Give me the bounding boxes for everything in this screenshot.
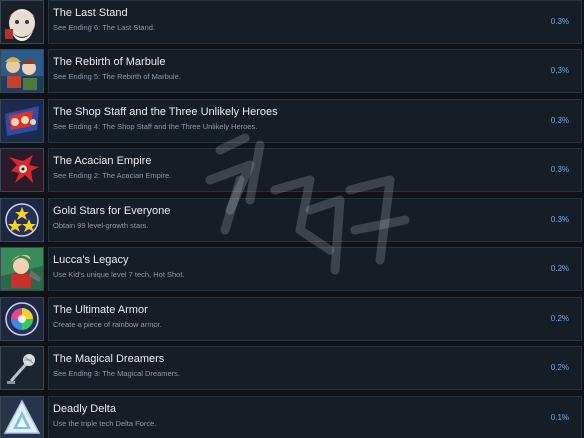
achievement-card: Lucca's Legacy Use Kid's unique level 7 … bbox=[48, 247, 582, 291]
achievement-card: The Rebirth of Marbule See Ending 5: The… bbox=[48, 49, 582, 93]
achievement-percent: 0.3% bbox=[550, 116, 569, 125]
achievement-percent: 0.2% bbox=[550, 314, 569, 323]
achievement-description: See Ending 5: The Rebirth of Marbule. bbox=[53, 72, 181, 81]
achievement-percent: 0.1% bbox=[550, 413, 569, 422]
achievement-row[interactable]: The Acacian Empire See Ending 2: The Aca… bbox=[0, 148, 584, 192]
achievement-row[interactable]: Lucca's Legacy Use Kid's unique level 7 … bbox=[0, 247, 584, 291]
achievement-description: Create a piece of rainbow armor. bbox=[53, 320, 162, 329]
achievement-percent: 0.3% bbox=[550, 165, 569, 174]
shop-staff-icon bbox=[0, 99, 44, 143]
hero-group-portrait-icon bbox=[0, 49, 44, 93]
achievement-title: Lucca's Legacy bbox=[53, 254, 129, 266]
achievement-row[interactable]: The Shop Staff and the Three Unlikely He… bbox=[0, 99, 584, 143]
achievement-card: The Shop Staff and the Three Unlikely He… bbox=[48, 99, 582, 143]
achievement-percent: 0.3% bbox=[550, 215, 569, 224]
achievement-description: See Ending 2: The Acacian Empire. bbox=[53, 171, 172, 180]
achievement-title: Deadly Delta bbox=[53, 403, 116, 415]
achievement-card: Deadly Delta Use the triple tech Delta F… bbox=[48, 396, 582, 438]
achievement-title: The Magical Dreamers bbox=[53, 353, 165, 365]
achievement-percent: 0.3% bbox=[550, 17, 569, 26]
achievement-description: Obtain 99 level-growth stars. bbox=[53, 221, 149, 230]
achievement-card: The Ultimate Armor Create a piece of rai… bbox=[48, 297, 582, 341]
microphone-icon bbox=[0, 346, 44, 390]
achievement-description: See Ending 3: The Magical Dreamers. bbox=[53, 369, 181, 378]
achievement-title: The Acacian Empire bbox=[53, 155, 152, 167]
achievement-card: The Acacian Empire See Ending 2: The Aca… bbox=[48, 148, 582, 192]
gold-stars-icon bbox=[0, 198, 44, 242]
achievement-description: Use the triple tech Delta Force. bbox=[53, 419, 157, 428]
kid-portrait-icon bbox=[0, 247, 44, 291]
achievement-list: The Last Stand See Ending 6: The Last St… bbox=[0, 0, 584, 438]
achievement-row[interactable]: The Last Stand See Ending 6: The Last St… bbox=[0, 0, 584, 44]
old-man-portrait-icon bbox=[0, 0, 44, 44]
red-creature-icon bbox=[0, 148, 44, 192]
achievement-description: Use Kid's unique level 7 tech, Hot Shot. bbox=[53, 270, 185, 279]
achievement-percent: 0.2% bbox=[550, 363, 569, 372]
achievement-card: Gold Stars for Everyone Obtain 99 level-… bbox=[48, 198, 582, 242]
achievement-title: The Shop Staff and the Three Unlikely He… bbox=[53, 106, 278, 118]
achievement-card: The Magical Dreamers See Ending 3: The M… bbox=[48, 346, 582, 390]
achievement-title: The Rebirth of Marbule bbox=[53, 56, 166, 68]
achievement-row[interactable]: The Magical Dreamers See Ending 3: The M… bbox=[0, 346, 584, 390]
achievement-percent: 0.3% bbox=[550, 66, 569, 75]
achievement-row[interactable]: The Rebirth of Marbule See Ending 5: The… bbox=[0, 49, 584, 93]
achievement-row[interactable]: Deadly Delta Use the triple tech Delta F… bbox=[0, 396, 584, 438]
delta-triangle-icon bbox=[0, 396, 44, 438]
achievement-card: The Last Stand See Ending 6: The Last St… bbox=[48, 0, 582, 44]
achievement-title: The Ultimate Armor bbox=[53, 304, 148, 316]
achievement-row[interactable]: Gold Stars for Everyone Obtain 99 level-… bbox=[0, 198, 584, 242]
achievement-row[interactable]: The Ultimate Armor Create a piece of rai… bbox=[0, 297, 584, 341]
achievement-description: See Ending 6: The Last Stand. bbox=[53, 23, 156, 32]
achievement-title: Gold Stars for Everyone bbox=[53, 205, 171, 217]
achievement-percent: 0.2% bbox=[550, 264, 569, 273]
achievement-title: The Last Stand bbox=[53, 7, 128, 19]
rainbow-orb-icon bbox=[0, 297, 44, 341]
achievement-description: See Ending 4: The Shop Staff and the Thr… bbox=[53, 122, 258, 131]
